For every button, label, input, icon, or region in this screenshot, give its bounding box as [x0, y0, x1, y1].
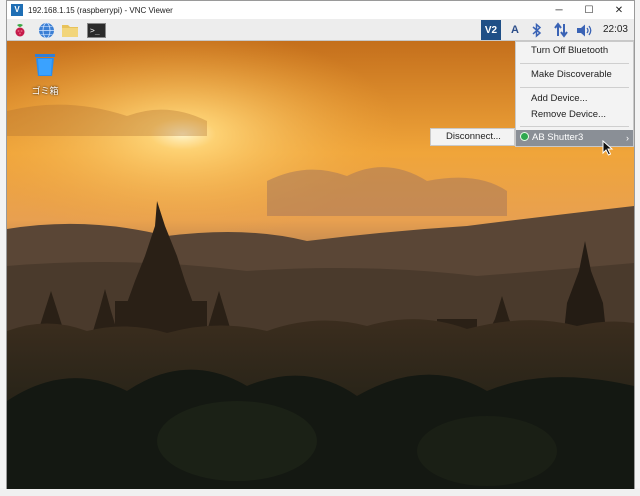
terminal-icon[interactable]: >_: [86, 21, 106, 39]
device-connected-icon: [520, 132, 529, 141]
menu-item-make-discoverable[interactable]: Make Discoverable: [516, 67, 633, 83]
submenu-arrow-icon: ›: [626, 133, 629, 143]
maximize-button[interactable]: ☐: [574, 1, 604, 19]
host-desktop-bottom-edge: [0, 488, 640, 496]
menu-separator: [520, 126, 629, 127]
menu-item-disconnect[interactable]: Disconnect...: [431, 129, 514, 145]
vnc-server-icon[interactable]: V2: [481, 20, 501, 40]
trash-icon: [35, 54, 55, 76]
mouse-pointer-icon: [602, 140, 614, 156]
vnc-viewer-window: V 192.168.1.15 (raspberrypi) - VNC Viewe…: [6, 0, 635, 489]
menu-item-remove-device[interactable]: Remove Device...: [516, 107, 633, 123]
remote-desktop[interactable]: >_ V2 A 22:03 ゴミ箱 Turn Off Bluetooth Mak…: [7, 19, 634, 489]
trash-label: ゴミ箱: [31, 86, 59, 96]
menu-item-add-device[interactable]: Add Device...: [516, 91, 633, 107]
svg-text:>_: >_: [90, 26, 100, 35]
raspberry-menu-icon[interactable]: [11, 21, 29, 39]
desktop-trash[interactable]: ゴミ箱: [27, 53, 63, 97]
panel-clock[interactable]: 22:03: [603, 19, 628, 41]
taskbar-panel: >_ V2 A 22:03: [7, 19, 634, 41]
bluetooth-icon[interactable]: [528, 21, 546, 39]
window-titlebar[interactable]: V 192.168.1.15 (raspberrypi) - VNC Viewe…: [7, 1, 634, 19]
host-desktop-right-edge: [635, 0, 640, 496]
menu-separator: [520, 63, 629, 64]
menu-item-turn-off-bluetooth[interactable]: Turn Off Bluetooth: [516, 43, 633, 59]
menu-separator: [520, 87, 629, 88]
vnc-tray-text: V2: [484, 24, 498, 36]
menu-item-device-ab-shutter3[interactable]: AB Shutter3 ›: [516, 130, 633, 146]
minimize-button[interactable]: ─: [544, 1, 574, 19]
bluetooth-menu: Turn Off Bluetooth Make Discoverable Add…: [515, 41, 634, 147]
device-name: AB Shutter3: [532, 132, 584, 143]
device-submenu: Disconnect...: [430, 128, 515, 146]
file-manager-icon[interactable]: [61, 21, 79, 39]
close-button[interactable]: ✕: [604, 1, 634, 19]
network-icon[interactable]: [552, 21, 570, 39]
web-browser-icon[interactable]: [37, 21, 55, 39]
keyboard-layout-icon[interactable]: A: [506, 21, 524, 39]
volume-icon[interactable]: [576, 21, 594, 39]
window-controls: ─ ☐ ✕: [544, 1, 634, 19]
vnc-viewer-logo-icon: V: [11, 4, 23, 16]
window-title: 192.168.1.15 (raspberrypi) - VNC Viewer: [28, 5, 173, 15]
